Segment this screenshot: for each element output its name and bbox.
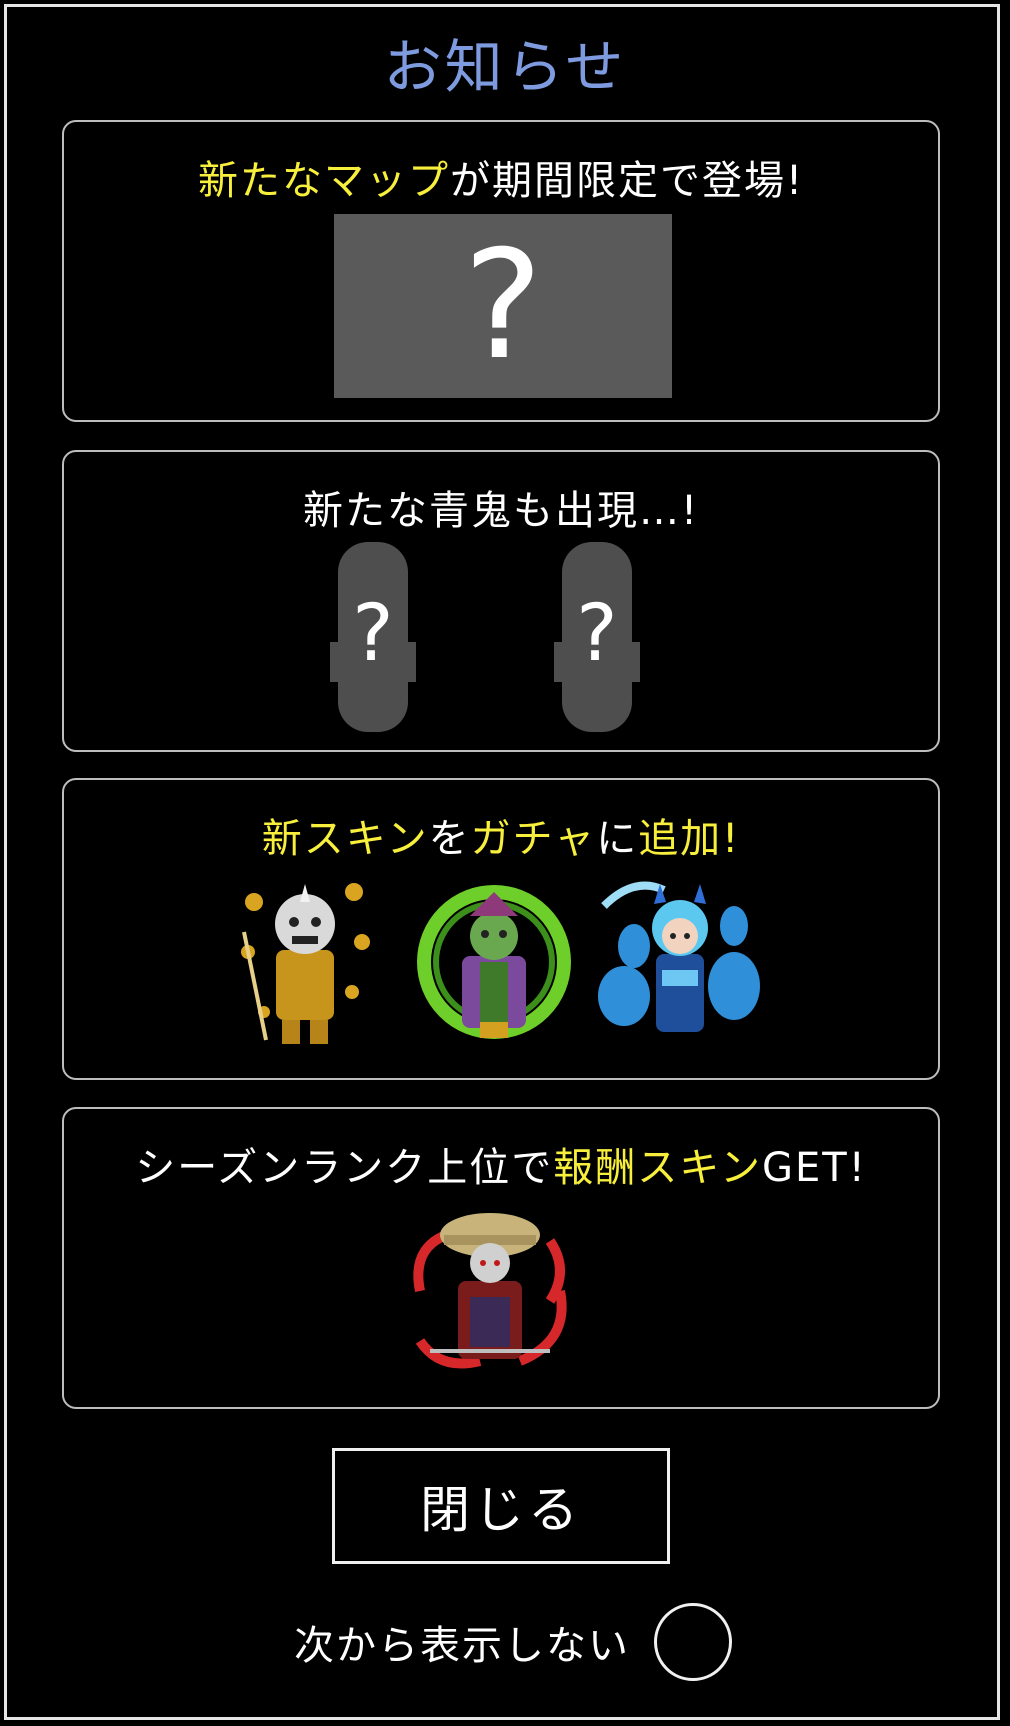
dialog-title: お知らせ — [383, 33, 627, 101]
question-mark-icon: ? — [352, 589, 393, 679]
dont-show-again-label: 次から表示しない — [294, 1623, 630, 1669]
dont-show-again-row: 次から表示しない — [294, 1600, 732, 1684]
green-oni-skin-image — [417, 885, 571, 1039]
golden-samurai-skin-image — [241, 883, 370, 1044]
card-title: 新スキンをガチャに追加! — [64, 806, 938, 864]
mystery-oni-silhouette: ? — [554, 542, 640, 732]
card-title: シーズンランク上位で報酬スキンGET! — [64, 1135, 938, 1193]
notice-card-new-oni: 新たな青鬼も出現…! ? ? — [62, 450, 940, 752]
card-title-text: が期間限定で登場! — [449, 158, 805, 204]
card-title-highlight: 新スキン — [261, 816, 429, 862]
card-title-highlight: 新たなマップ — [197, 158, 450, 204]
card-title-text: を — [428, 816, 471, 862]
mystery-oni-silhouette: ? — [330, 542, 416, 732]
card-title-highlight: 報酬スキン — [553, 1145, 763, 1191]
question-mark-icon: ? — [576, 589, 617, 679]
card-title-highlight: ガチャ — [470, 816, 597, 862]
dont-show-again-toggle[interactable] — [654, 1603, 732, 1681]
card-title-text: GET! — [762, 1145, 867, 1191]
card-title-text: シーズンランク上位で — [135, 1145, 554, 1191]
close-button[interactable]: 閉じる — [332, 1448, 670, 1564]
card-title: 新たな青鬼も出現…! — [64, 478, 938, 536]
notice-card-new-map: 新たなマップが期間限定で登場! ? — [62, 120, 940, 422]
card-title-highlight: 追加! — [638, 816, 741, 862]
reward-ronin-skin-image — [413, 1213, 567, 1369]
card-title: 新たなマップが期間限定で登場! — [64, 148, 938, 206]
card-title-text: に — [596, 816, 639, 862]
notice-card-reward-skin: シーズンランク上位で報酬スキンGET! — [62, 1107, 940, 1409]
mystery-map-image: ? — [334, 214, 672, 398]
blue-oni-skin-image — [598, 881, 760, 1032]
question-mark-icon: ? — [463, 219, 543, 393]
card-title-text: 新たな青鬼も出現…! — [302, 488, 700, 534]
notice-card-new-skins: 新スキンをガチャに追加! — [62, 778, 940, 1080]
